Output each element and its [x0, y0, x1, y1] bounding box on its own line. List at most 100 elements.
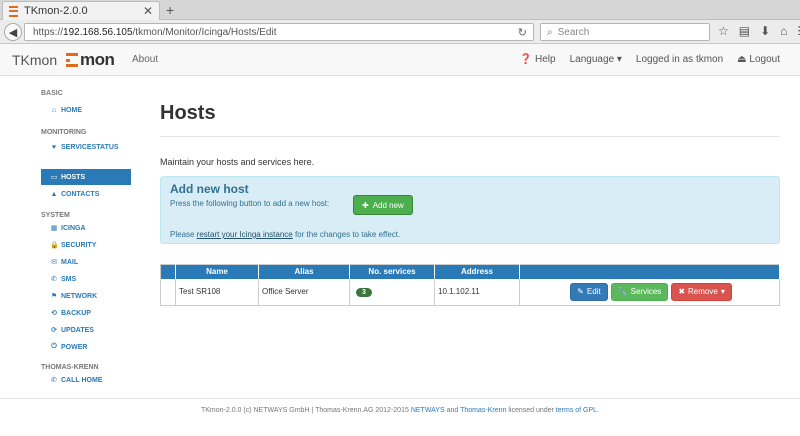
- help-link[interactable]: ❓ Help: [520, 54, 556, 65]
- sidebar-section-thomas-krenn: THOMAS-KRENN: [41, 364, 99, 371]
- gpl-terms-link[interactable]: terms of GPL: [556, 407, 597, 414]
- help-icon: ❓: [519, 54, 533, 65]
- host-name-cell: Test SR108: [175, 278, 259, 306]
- browser-navbar: ◀ https://192.168.56.105/tkmon/Monitor/I…: [0, 20, 800, 44]
- language-label: Language: [569, 54, 615, 65]
- footer-text: TKmon-2.0.0 (c) NETWAYS GmbH | Thomas-Kr…: [200, 407, 411, 414]
- sidebar-item-label: CONTACTS: [61, 190, 100, 198]
- sidebar-item-security[interactable]: 🔒 SECURITY: [41, 237, 131, 253]
- add-host-panel: Add new host Press the following button …: [160, 176, 780, 244]
- brand-name[interactable]: TKmon: [12, 52, 57, 68]
- sidebar-section-system: SYSTEM: [41, 212, 70, 219]
- restart-note-suffix: for the changes to take effect.: [292, 230, 401, 239]
- thomas-krenn-link[interactable]: Thomas-Krenn: [460, 407, 506, 414]
- search-input[interactable]: ⌕ Search: [540, 23, 710, 41]
- sidebar-item-label: MAIL: [61, 258, 79, 266]
- sidebar-item-label: NETWORK: [61, 292, 98, 300]
- sidebar-item-label: SERVICESTATUS: [61, 143, 119, 151]
- tkmon-favicon-icon: [9, 5, 18, 17]
- remove-dropdown-button[interactable]: ✖ Remove ▾: [671, 282, 732, 301]
- about-link[interactable]: About: [132, 54, 158, 65]
- tkmon-logo[interactable]: mon: [66, 50, 115, 70]
- download-icon[interactable]: ⬇: [760, 24, 770, 38]
- logged-in-text: Logged in as tkmon: [635, 54, 724, 65]
- table-row: Test SR108 Office Server 3 10.1.102.11 ✎…: [160, 278, 780, 306]
- sidebar-item-backup[interactable]: ⟲ BACKUP: [41, 305, 131, 321]
- sidebar-item-sms[interactable]: ✆ SMS: [41, 271, 131, 287]
- url-scheme: https://: [33, 26, 64, 38]
- logo-text: mon: [80, 50, 115, 69]
- wrench-icon: 🔧: [617, 287, 628, 297]
- services-count-badge: 3: [356, 287, 372, 297]
- sidebar-item-icinga[interactable]: ▦ ICINGA: [41, 220, 131, 236]
- netways-link[interactable]: NETWAYS: [411, 407, 445, 414]
- sidebar-item-home[interactable]: ⌂ HOME: [41, 102, 131, 118]
- col-alias-header: Alias: [258, 264, 350, 279]
- add-new-host-button[interactable]: ✚ Add new: [353, 195, 413, 215]
- sidebar-item-contacts[interactable]: ▲ CONTACTS: [41, 186, 131, 202]
- reload-icon[interactable]: ↻: [518, 26, 527, 39]
- bookmark-star-icon[interactable]: ☆: [718, 24, 729, 38]
- browser-tab[interactable]: TKmon-2.0.0 ✕: [2, 1, 160, 20]
- sidebar-section-monitoring: MONITORING: [41, 129, 87, 136]
- col-services-header: No. services: [349, 264, 435, 279]
- sidebar-item-label: HOME: [61, 106, 82, 114]
- sidebar: BASIC ⌂ HOME MONITORING ♥ SERVICESTATUS ▭ H…: [41, 90, 131, 388]
- table-header-row: Name Alias No. services Address: [160, 264, 780, 279]
- title-divider: [160, 136, 780, 137]
- browser-tabbar: TKmon-2.0.0 ✕ +: [0, 0, 800, 20]
- sidebar-item-call-home[interactable]: ✆ CALL HOME: [41, 372, 131, 388]
- mail-icon: ✉: [51, 259, 57, 266]
- home-icon[interactable]: ⌂: [780, 24, 787, 38]
- select-cell[interactable]: [160, 278, 176, 306]
- new-tab-button[interactable]: +: [166, 2, 174, 18]
- monitor-icon: ▭: [50, 174, 58, 181]
- url-host: 192.168.56.105: [63, 26, 133, 38]
- sidebar-item-mail[interactable]: ✉ MAIL: [41, 254, 131, 270]
- url-bar[interactable]: https://192.168.56.105/tkmon/Monitor/Ici…: [24, 23, 534, 41]
- power-icon: ⏻: [51, 343, 57, 350]
- plus-icon: ✚: [362, 200, 369, 210]
- reading-list-icon[interactable]: ▤: [739, 24, 750, 38]
- col-select-header: [160, 264, 176, 279]
- actions-cell: ✎ Edit 🔧 Services ✖ Remove ▾: [519, 278, 780, 306]
- close-tab-icon[interactable]: ✕: [143, 4, 153, 18]
- home-icon: ⌂: [51, 106, 57, 114]
- edit-host-button[interactable]: ✎ Edit: [570, 282, 608, 301]
- sidebar-item-network[interactable]: ⚑ NETWORK: [41, 288, 131, 304]
- services-button[interactable]: 🔧 Services: [610, 282, 669, 301]
- restart-icinga-link[interactable]: restart your Icinga instance: [197, 230, 293, 239]
- sidebar-item-label: SECURITY: [61, 241, 97, 249]
- logout-link[interactable]: ⏏ Logout: [737, 54, 780, 65]
- heart-icon: ♥: [51, 143, 57, 151]
- phone-icon: ✆: [51, 377, 57, 384]
- col-actions-header: [519, 264, 780, 279]
- intro-text: Maintain your hosts and services here.: [160, 157, 315, 167]
- host-alias-cell: Office Server: [258, 278, 350, 306]
- sidebar-section-basic: BASIC: [41, 90, 63, 97]
- back-button[interactable]: ◀: [4, 23, 22, 41]
- footer-text: .: [597, 407, 600, 414]
- sidebar-item-label: BACKUP: [61, 309, 91, 317]
- app-navbar-right: ❓ Help Language ▾ Logged in as tkmon ⏏ L…: [520, 54, 780, 65]
- remove-icon: ✖: [678, 287, 686, 297]
- sidebar-item-label: HOSTS: [61, 173, 86, 181]
- network-icon: ⚑: [50, 293, 58, 300]
- edit-icon: ✎: [577, 287, 584, 297]
- host-services-cell: 3: [349, 278, 435, 306]
- sidebar-item-hosts[interactable]: ▭ HOSTS: [41, 169, 131, 185]
- user-icon: ▲: [50, 190, 58, 198]
- sidebar-item-updates[interactable]: ⟳ UPDATES: [41, 322, 131, 338]
- sidebar-item-label: ICINGA: [61, 224, 86, 232]
- search-icon: ⌕: [547, 26, 553, 38]
- language-dropdown[interactable]: Language ▾: [570, 54, 622, 65]
- backup-icon: ⟲: [51, 310, 57, 317]
- footer-text: licensed under: [506, 407, 556, 414]
- footer-text: and: [444, 407, 461, 414]
- services-label: Services: [630, 287, 662, 297]
- sidebar-item-power[interactable]: ⏻ POWER: [41, 339, 131, 355]
- sidebar-item-servicestatus[interactable]: ♥ SERVICESTATUS: [41, 139, 131, 155]
- sidebar-item-label: CALL HOME: [61, 376, 103, 384]
- caret-down-icon: ▾: [616, 54, 622, 65]
- browser-toolbar-icons: ☆ ▤ ⬇ ⌂ ☰: [718, 24, 800, 38]
